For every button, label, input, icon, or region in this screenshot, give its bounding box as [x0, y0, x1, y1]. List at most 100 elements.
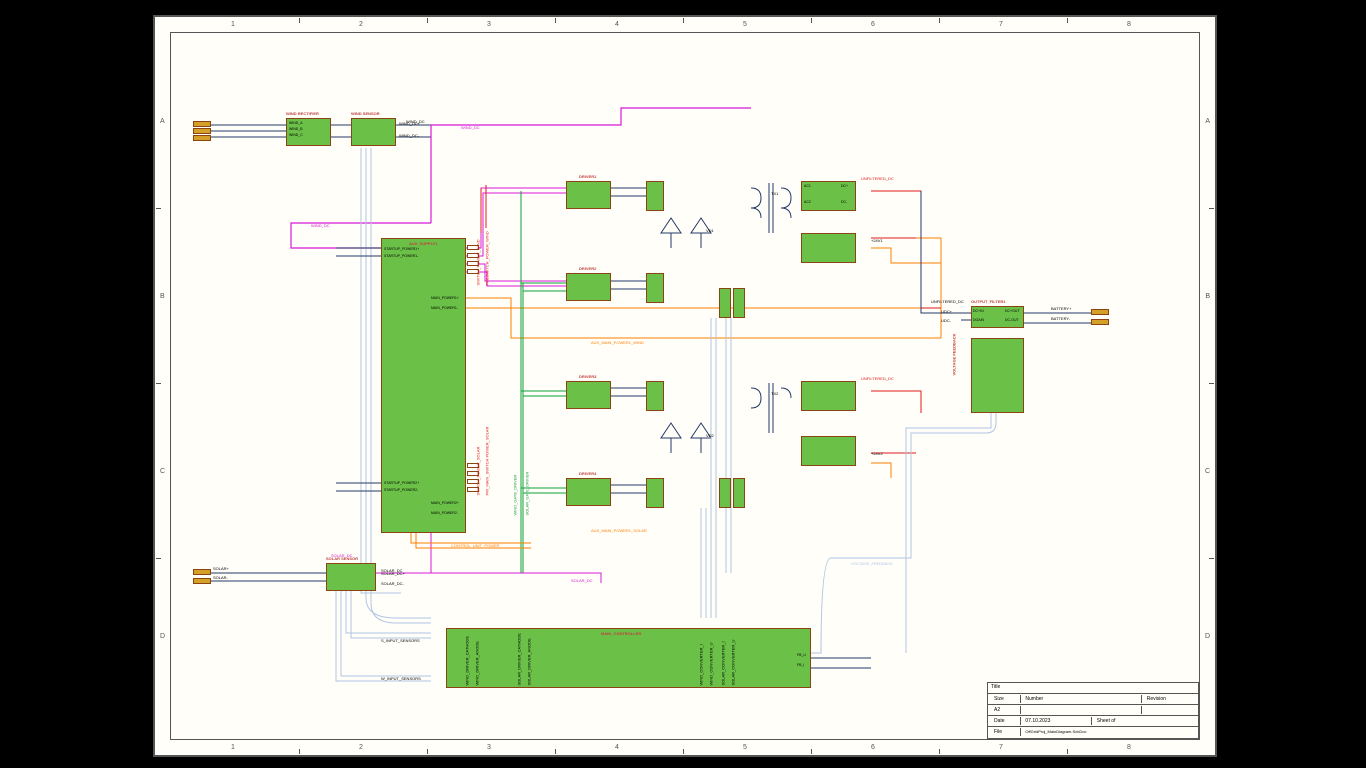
- title-aux: AUX_SUPPLY1: [409, 241, 438, 246]
- block-inv2: [646, 273, 664, 303]
- net-udcp: UDC+: [941, 309, 952, 314]
- row-d: D: [160, 633, 165, 640]
- block-cs1: [719, 288, 731, 318]
- net-tx2: TX2: [771, 391, 778, 396]
- col-8b: 8: [1127, 744, 1131, 751]
- col-1b: 1: [231, 744, 235, 751]
- net-wdcp: WIND_DC+: [399, 121, 420, 126]
- block-inv3: [646, 381, 664, 411]
- net-aux-wind: AUX_MAIN_POWER1_WIND: [591, 340, 644, 345]
- col-3b: 3: [487, 744, 491, 751]
- net-vd2: VD2: [706, 433, 714, 438]
- net-vd1: VD1: [706, 228, 714, 233]
- col-3: 3: [487, 21, 491, 28]
- block-cs2: [733, 288, 745, 318]
- net-sdcp: SOLAR_DC+: [381, 571, 405, 576]
- block-driver3: [566, 381, 611, 409]
- col-4: 4: [615, 21, 619, 28]
- net-solar-dc3: SOLAR_DC: [331, 553, 353, 558]
- net-unfilt2: UNFILTERED_DC: [861, 376, 894, 381]
- block-solar-sensor: [326, 563, 376, 591]
- net-aux-solar: AUX_MAIN_POWER1_SOLAR: [591, 528, 647, 533]
- net-ctrl-pwr: CONTROL_UNIT_POWER: [451, 543, 499, 548]
- title-d1: DRIVER1: [579, 174, 596, 179]
- net-sdcn: SOLAR_DC-: [381, 581, 404, 586]
- row-ar: A: [1205, 118, 1210, 125]
- col-4b: 4: [615, 744, 619, 751]
- conn-wind-c: [193, 135, 211, 141]
- col-7: 7: [999, 21, 1003, 28]
- block-inv1: [646, 181, 664, 211]
- block-driver4: [566, 478, 611, 506]
- net-solar-dc2: SOLAR_DC: [571, 578, 593, 583]
- net-sinput: S_INPUT_SENSORS: [381, 638, 420, 643]
- conn-wind-b: [193, 128, 211, 134]
- block-main-controller: [446, 628, 811, 688]
- col-6b: 6: [871, 744, 875, 751]
- col-6: 6: [871, 21, 875, 28]
- conn-solar-n: [193, 578, 211, 584]
- net-battn: BATTERY-: [1051, 316, 1070, 321]
- row-b: B: [160, 293, 165, 300]
- row-a: A: [160, 118, 165, 125]
- net-wind-dc2: WIND_DC: [461, 125, 480, 130]
- net-sw-wind: SWITCH_POWER_WIND: [476, 240, 481, 286]
- tb-title: Title: [991, 684, 1000, 690]
- net-24v2: +24V2: [871, 451, 883, 456]
- col-7b: 7: [999, 744, 1003, 751]
- block-voltage-feedback: [971, 338, 1024, 413]
- block-driver2: [566, 273, 611, 301]
- net-udcn: UDC-: [941, 318, 951, 323]
- net-wdcn: WIND_DC-: [399, 133, 419, 138]
- drawing-frame: 1 2 3 4 5 6 7 8 1 2 3 4 5 6 7 8 A B C D …: [170, 32, 1200, 740]
- title-d2: DRIVER2: [579, 266, 596, 271]
- schematic-sheet: 1 2 3 4 5 6 7 8 1 2 3 4 5 6 7 8 A B C D …: [153, 15, 1217, 757]
- block-rect4: [801, 436, 856, 466]
- title-d4: DRIVER4: [579, 471, 596, 476]
- tb-size-lbl: Size: [991, 695, 1021, 703]
- block-cs3: [719, 478, 731, 508]
- tb-a2: A2: [991, 706, 1021, 714]
- block-cs4: [733, 478, 745, 508]
- conn-wind-a: [193, 121, 211, 127]
- conn-batt-p: [1091, 309, 1109, 315]
- row-br: B: [1205, 293, 1210, 300]
- title-mc: MAIN_CONTROLLER: [601, 631, 641, 636]
- net-solarn: SOLAR-: [213, 575, 228, 580]
- tb-num-lbl: Number: [1022, 695, 1142, 703]
- net-sw-solar: SWITCH_POWER_SOLAR: [476, 447, 481, 496]
- title-block: Title Size Number Revision A2 Date 07.10…: [987, 682, 1199, 739]
- tb-rev-lbl: Revision: [1144, 695, 1194, 703]
- row-c: C: [160, 468, 165, 475]
- block-rect2: [801, 233, 856, 263]
- net-sgate: SOLAR_GATE_DRIVER: [525, 472, 530, 516]
- tb-file: OffGridProj_MainDiagram.SchDoc: [1022, 728, 1192, 736]
- net-wind-dc3: WIND_DC: [311, 223, 330, 228]
- row-dr: D: [1205, 633, 1210, 640]
- net-wgate: WIND_GATE_DRIVER: [513, 475, 518, 516]
- block-rect3: [801, 381, 856, 411]
- tb-sheet: Sheet of: [1094, 717, 1194, 725]
- net-winput: W_INPUT_SENSORS: [381, 676, 421, 681]
- conn-solar-p: [193, 569, 211, 575]
- net-battp: BATTERY+: [1051, 306, 1071, 311]
- tb-file-lbl: File: [991, 728, 1021, 736]
- net-unfilt1: UNFILTERED_DC: [861, 176, 894, 181]
- net-vfb: VOLTAGE_FEEDBACK: [851, 561, 893, 566]
- tb-date: 07.10.2023: [1022, 717, 1092, 725]
- net-prisw-solar: PRI_MAIN_SWITCH POWER_SOLAR: [485, 427, 490, 496]
- title-outfilt: OUTPUT_FILTER1: [971, 299, 1006, 304]
- title-d3: DRIVER3: [579, 374, 596, 379]
- net-solarp: SOLAR+: [213, 566, 229, 571]
- net-24v1: +24V1: [871, 238, 883, 243]
- col-5b: 5: [743, 744, 747, 751]
- row-cr: C: [1205, 468, 1210, 475]
- col-8: 8: [1127, 21, 1131, 28]
- block-wind-sensor: [351, 118, 396, 146]
- block-inv4: [646, 478, 664, 508]
- net-tx1: TX1: [771, 191, 778, 196]
- col-2: 2: [359, 21, 363, 28]
- block-driver1: [566, 181, 611, 209]
- col-1: 1: [231, 21, 235, 28]
- tb-date-lbl: Date: [991, 717, 1021, 725]
